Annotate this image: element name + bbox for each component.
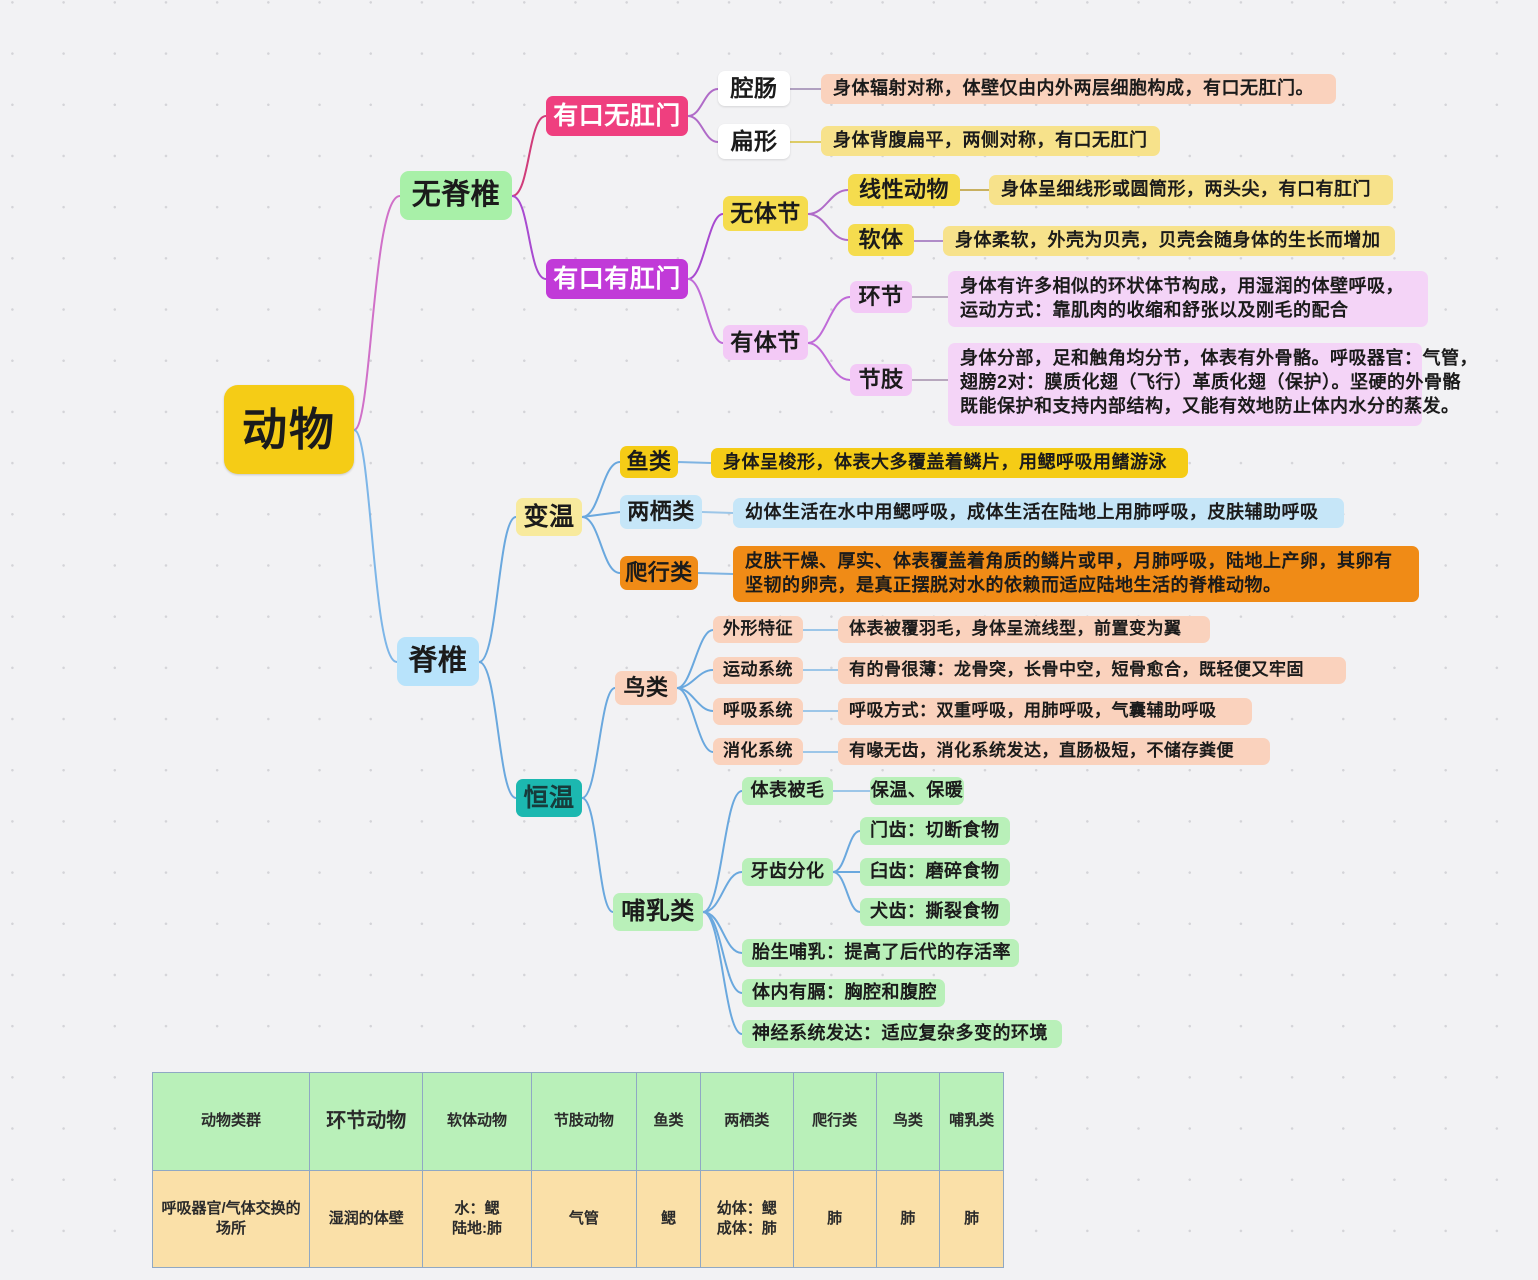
node-mammal-canine[interactable]: 犬齿：撕裂食物 — [860, 898, 1010, 926]
node-mammal-incisor[interactable]: 门齿：切断食物 — [860, 817, 1010, 845]
table-cell: 水：鳃 陆地:肺 — [422, 1170, 532, 1268]
desc-annelida: 身体有许多相似的环状体节构成，用湿润的体壁呼吸， 运动方式：靠肌肉的收缩和舒张以及… — [948, 271, 1428, 327]
table-header-row: 动物类群 环节动物 软体动物 节肢动物 鱼类 两栖类 爬行类 鸟类 哺乳类 — [151, 1072, 1004, 1171]
desc-arthropoda: 身体分部，足和触角均分节，体表有外骨骼。呼吸器官：气管， 翅膀2对：膜质化翅（飞行… — [948, 343, 1478, 426]
desc-nematoda: 身体呈细线形或圆筒形，两头尖，有口有肛门 — [989, 175, 1393, 205]
desc-arthropoda-line3: 既能保护和支持内部结构，又能有效地防止体内水分的蒸发。 — [960, 395, 1460, 416]
node-invertebrate[interactable]: 无脊椎 — [400, 171, 512, 220]
node-reptile[interactable]: 爬行类 — [620, 556, 698, 590]
node-mouth-no-anus[interactable]: 有口无肛门 — [546, 96, 688, 136]
table-cell: 幼体：鳃 成体：肺 — [699, 1170, 794, 1268]
desc-bird-digestion: 有喙无齿，消化系统发达，直肠极短，不储存粪便 — [838, 738, 1270, 765]
node-mammal-nervous[interactable]: 神经系统发达：适应复杂多变的环境 — [742, 1020, 1062, 1048]
desc-reptile-line1: 皮肤干燥、厚实、体表覆盖着角质的鳞片或甲，月肺呼吸，陆地上产卵，其卵有 — [745, 551, 1393, 571]
node-with-segments[interactable]: 有体节 — [723, 325, 808, 360]
desc-annelida-line2: 运动方式：靠肌肉的收缩和舒张以及刚毛的配合 — [960, 299, 1349, 320]
node-mammal-teeth[interactable]: 牙齿分化 — [742, 858, 833, 886]
node-bird[interactable]: 鸟类 — [615, 671, 677, 705]
desc-mammal-fur: 保温、保暖 — [870, 777, 964, 805]
node-bird-locomotion[interactable]: 运动系统 — [713, 657, 803, 684]
table-cell: 气管 — [530, 1170, 638, 1268]
node-annelida[interactable]: 环节 — [850, 281, 912, 313]
node-homeothermic[interactable]: 恒温 — [516, 779, 582, 817]
node-root-animal[interactable]: 动物 — [224, 385, 354, 474]
table-cell: 湿润的体壁 — [309, 1170, 424, 1268]
node-bird-morphology[interactable]: 外形特征 — [713, 616, 803, 643]
desc-reptile-line2: 坚韧的卵壳，是真正摆脱对水的依赖而适应陆地生活的脊椎动物。 — [745, 574, 1282, 595]
desc-bird-locomotion: 有的骨很薄：龙骨突，长骨中空，短骨愈合，既轻便又牢固 — [838, 657, 1346, 684]
node-mouth-with-anus[interactable]: 有口有肛门 — [546, 259, 688, 299]
table-cell: 肺 — [875, 1170, 941, 1268]
desc-arthropoda-line2: 翅膀2对：膜质化翅（飞行）革质化翅（保护）。坚硬的外骨骼 — [960, 371, 1462, 392]
node-bird-digestion[interactable]: 消化系统 — [713, 738, 803, 765]
node-mammal-diaphragm[interactable]: 体内有膈：胸腔和腹腔 — [742, 979, 945, 1007]
desc-bird-respiration: 呼吸方式：双重呼吸，用肺呼吸，气囊辅助呼吸 — [838, 698, 1252, 725]
table-header-cell: 哺乳类 — [939, 1072, 1004, 1171]
node-mollusca[interactable]: 软体 — [848, 224, 914, 256]
node-mammal-molar[interactable]: 臼齿：磨碎食物 — [860, 858, 1010, 886]
desc-reptile: 皮肤干燥、厚实、体表覆盖着角质的鳞片或甲，月肺呼吸，陆地上产卵，其卵有 坚韧的卵壳… — [733, 546, 1419, 602]
node-amphibian[interactable]: 两栖类 — [620, 495, 702, 529]
desc-fish: 身体呈梭形，体表大多覆盖着鳞片，用鳃呼吸用鳍游泳 — [711, 448, 1188, 478]
table-cell: 鳃 — [636, 1170, 701, 1268]
node-arthropoda[interactable]: 节肢 — [850, 364, 912, 396]
table-cell: 肺 — [792, 1170, 877, 1268]
node-no-segments[interactable]: 无体节 — [723, 196, 808, 231]
node-coelenterata[interactable]: 腔肠 — [718, 71, 790, 106]
node-vertebrate[interactable]: 脊椎 — [397, 637, 479, 686]
desc-arthropoda-line1: 身体分部，足和触角均分节，体表有外骨骼。呼吸器官：气管， — [960, 348, 1478, 368]
table-cell: 呼吸器官/气体交换的场所 — [151, 1170, 311, 1268]
table-cell: 肺 — [939, 1170, 1004, 1268]
table-header-cell: 爬行类 — [792, 1072, 877, 1171]
desc-coelenterata: 身体辐射对称，体壁仅由内外两层细胞构成，有口无肛门。 — [821, 74, 1336, 104]
node-mammal[interactable]: 哺乳类 — [613, 893, 703, 931]
node-mammal-fur[interactable]: 体表被毛 — [742, 777, 833, 805]
node-poikilothermic[interactable]: 变温 — [516, 498, 582, 536]
table-header-cell: 节肢动物 — [530, 1072, 638, 1171]
table-header-cell: 鸟类 — [875, 1072, 941, 1171]
desc-annelida-line1: 身体有许多相似的环状体节构成，用湿润的体壁呼吸， — [960, 276, 1404, 296]
table-row: 呼吸器官/气体交换的场所 湿润的体壁 水：鳃 陆地:肺 气管 鳃 幼体：鳃 成体：肺… — [151, 1170, 1004, 1268]
table-header-cell: 动物类群 — [151, 1072, 311, 1171]
desc-amphibian: 幼体生活在水中用鳃呼吸，成体生活在陆地上用肺呼吸，皮肤辅助呼吸 — [733, 498, 1344, 528]
node-platyhelminthes[interactable]: 扁形 — [718, 124, 790, 159]
desc-bird-morphology: 体表被覆羽毛，身体呈流线型，前置变为翼 — [838, 616, 1210, 643]
desc-platyhelminthes: 身体背腹扁平，两侧对称，有口无肛门 — [821, 126, 1160, 156]
node-mammal-viviparity[interactable]: 胎生哺乳：提高了后代的存活率 — [742, 939, 1019, 967]
table-header-cell: 鱼类 — [636, 1072, 701, 1171]
mindmap-canvas[interactable]: 动物 无脊椎 脊椎 有口无肛门 有口有肛门 腔肠 身体辐射对称，体壁仅由内外两层… — [0, 0, 1538, 1280]
table-header-cell: 软体动物 — [422, 1072, 532, 1171]
node-fish[interactable]: 鱼类 — [620, 446, 678, 478]
desc-mollusca: 身体柔软，外壳为贝壳，贝壳会随身体的生长而增加 — [943, 226, 1395, 256]
respiration-comparison-table: 动物类群 环节动物 软体动物 节肢动物 鱼类 两栖类 爬行类 鸟类 哺乳类 呼吸… — [151, 1072, 1004, 1268]
node-nematoda[interactable]: 线性动物 — [848, 174, 960, 206]
node-bird-respiration[interactable]: 呼吸系统 — [713, 698, 803, 725]
table-header-cell: 两栖类 — [699, 1072, 794, 1171]
table-header-cell: 环节动物 — [309, 1072, 424, 1171]
